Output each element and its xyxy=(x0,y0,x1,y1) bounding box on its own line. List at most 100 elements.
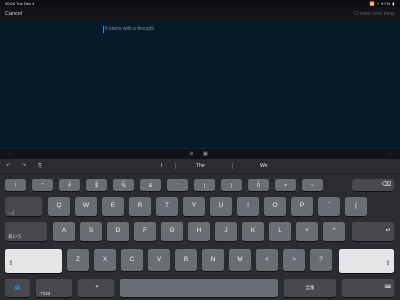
key-u[interactable]: U xyxy=(210,197,232,216)
cancel-button[interactable]: Cancel xyxy=(5,7,22,21)
suggestion-middle[interactable]: The xyxy=(196,159,205,173)
key-w[interactable]: W xyxy=(75,197,97,216)
fullwidth-key[interactable]: 全角 xyxy=(284,279,336,297)
key-i[interactable]: I xyxy=(237,197,259,216)
tab-key[interactable]: →| xyxy=(5,197,42,216)
undo-icon[interactable]: ↶ xyxy=(6,159,10,173)
key-d-label: D xyxy=(115,227,121,234)
key-t[interactable]: T xyxy=(156,197,178,216)
shift-key-right[interactable]: ⇧ xyxy=(339,249,394,273)
key-s-label: S xyxy=(88,227,94,234)
key-s[interactable]: S xyxy=(80,222,102,241)
suggestion-right[interactable]: We xyxy=(260,159,267,173)
key-z[interactable]: Z xyxy=(67,249,89,271)
key-r-label: R xyxy=(137,202,143,209)
key-a[interactable]: A xyxy=(53,222,75,241)
key-num-7[interactable]: ( xyxy=(194,179,215,191)
key-num-2[interactable]: # # xyxy=(59,179,80,191)
globe-key[interactable]: 🌐 xyxy=(5,279,30,297)
create-new-blog-button[interactable]: Create new blog xyxy=(354,7,394,21)
key-o[interactable]: O xyxy=(264,197,286,216)
redo-icon[interactable]: ↷ xyxy=(22,159,26,173)
more-icon[interactable]: ⋯ xyxy=(387,151,394,158)
key-num-9[interactable]: 00 xyxy=(248,179,269,191)
key-f[interactable]: F xyxy=(134,222,156,241)
key-n-label: N xyxy=(210,256,216,263)
key-b-label: B xyxy=(183,256,189,263)
key-l[interactable]: L xyxy=(269,222,291,241)
key-z-label: Z xyxy=(76,256,80,263)
key-num-4[interactable]: %% xyxy=(113,179,134,191)
key-k[interactable]: K xyxy=(242,222,264,241)
delete-key[interactable]: ⌫ xyxy=(352,179,394,191)
suggestion-divider xyxy=(232,163,233,169)
status-bar: 20:04 Tue Dec 4 📶 ◔ 97% ▮ xyxy=(0,0,400,7)
key-greater-than[interactable]: > xyxy=(283,249,305,271)
edit-icon[interactable]: ⊘ xyxy=(188,151,195,158)
key-h[interactable]: H xyxy=(188,222,210,241)
key-brace-label: { xyxy=(354,202,358,209)
ellipsis-icon[interactable]: ⋯ xyxy=(6,151,13,158)
fullwidth-key-label: 全角 xyxy=(305,285,315,290)
return-key[interactable]: ↵ xyxy=(352,222,394,241)
key-less-than[interactable]: < xyxy=(256,249,278,271)
suggestion-left[interactable]: I xyxy=(161,159,162,173)
status-time: 20:04 Tue Dec 4 xyxy=(5,1,35,6)
key-p[interactable]: P xyxy=(291,197,313,216)
key-question[interactable]: ? xyxy=(310,249,332,271)
shift-key-right-label: ⇧ xyxy=(385,260,391,267)
language-key[interactable]: あいう xyxy=(5,222,47,241)
key-num-11[interactable]: ~ xyxy=(302,179,323,191)
shift-key-left[interactable]: ⇧ xyxy=(5,249,62,273)
key-num-label: $ xyxy=(95,183,98,189)
key-brace[interactable]: { xyxy=(345,197,367,216)
key-j[interactable]: J xyxy=(215,222,237,241)
key-less-than-label: < xyxy=(265,256,269,263)
tab-key-label: →| xyxy=(8,210,14,215)
key-num-label: ' xyxy=(177,183,178,189)
hide-keyboard-key[interactable]: ⌨ xyxy=(342,279,394,297)
key-b[interactable]: B xyxy=(175,249,197,271)
key-q[interactable]: Q xyxy=(48,197,70,216)
key-x[interactable]: X xyxy=(94,249,116,271)
language-key-label: あいう xyxy=(8,234,22,239)
key-y[interactable]: Y xyxy=(183,197,205,216)
hide-keyboard-key-label: ⌨ xyxy=(384,284,392,289)
key-p-label: P xyxy=(299,202,305,209)
key-r[interactable]: R xyxy=(129,197,151,216)
suggestion-divider xyxy=(175,163,176,169)
image-icon[interactable]: ▣ xyxy=(202,151,209,158)
key-v[interactable]: V xyxy=(148,249,170,271)
key-t-label: T xyxy=(165,202,169,209)
key-m[interactable]: M xyxy=(229,249,251,271)
key-d[interactable]: D xyxy=(107,222,129,241)
space-key[interactable] xyxy=(120,279,278,297)
key-num-6[interactable]: ' ' xyxy=(167,179,188,191)
key-n[interactable]: N xyxy=(202,249,224,271)
key-x-label: X xyxy=(102,256,108,263)
key-num-8[interactable]: ) xyxy=(221,179,242,191)
paste-icon[interactable]: ⎘ xyxy=(38,159,42,173)
key-num-1[interactable]: ` " xyxy=(32,179,53,191)
key-num-label: ( xyxy=(203,183,206,189)
key-asterisk-label: * xyxy=(332,227,336,234)
compose-area[interactable]: It starts with a thought xyxy=(0,21,400,148)
key-c[interactable]: C xyxy=(121,249,143,271)
key-e[interactable]: E xyxy=(102,197,124,216)
key-num-0[interactable]: ~! xyxy=(5,179,26,191)
key-plus[interactable]: + xyxy=(296,222,318,241)
status-indicators: 📶 ◔ 97% ▮ xyxy=(369,1,395,6)
key-asterisk[interactable]: * xyxy=(323,222,345,241)
key-g[interactable]: G xyxy=(161,222,183,241)
mic-key[interactable]: 🎤 xyxy=(78,279,114,297)
key-num-3[interactable]: $ $ xyxy=(86,179,107,191)
key-backtick[interactable]: ` xyxy=(318,197,340,216)
suggestion-bar: ↶ ↷ ⎘ I The We xyxy=(0,159,400,174)
key-question-label: ? xyxy=(319,256,323,263)
key-num-5[interactable]: ^ & xyxy=(140,179,161,191)
numbers-key[interactable]: .?123 xyxy=(36,279,72,297)
key-u-label: U xyxy=(218,202,224,209)
key-h-label: H xyxy=(196,227,202,234)
key-g-label: G xyxy=(169,227,175,234)
key-num-10[interactable]: _ = xyxy=(275,179,296,191)
